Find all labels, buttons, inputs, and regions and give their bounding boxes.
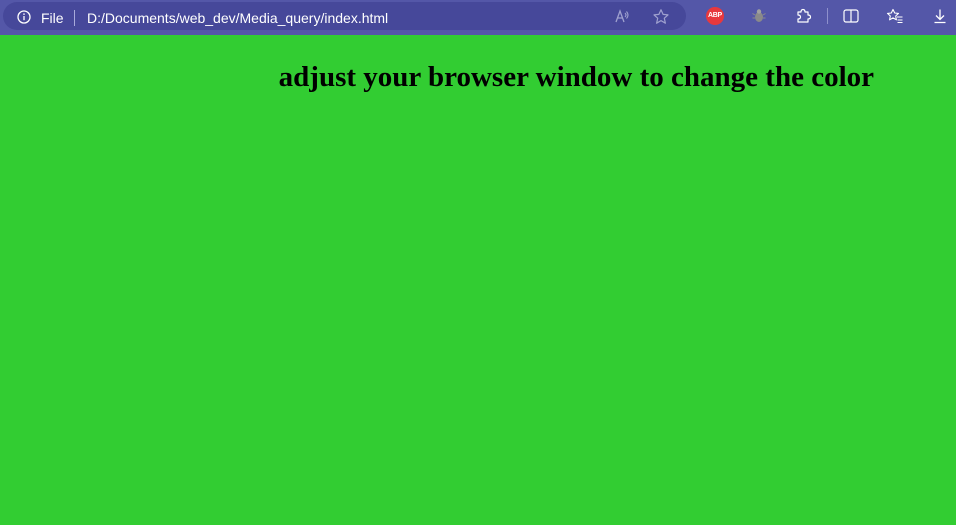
read-aloud-icon[interactable]	[613, 8, 631, 26]
adblock-plus-icon[interactable]: ABP	[706, 7, 724, 25]
toolbar-separator	[827, 8, 828, 24]
url-text[interactable]: D:/Documents/web_dev/Media_query/index.h…	[87, 10, 388, 26]
bug-extension-icon[interactable]	[750, 7, 768, 25]
page-content: adjust your browser window to change the…	[0, 35, 956, 525]
favorites-icon[interactable]	[886, 7, 904, 25]
browser-toolbar: File D:/Documents/web_dev/Media_query/in…	[0, 0, 956, 35]
page-heading: adjust your browser window to change the…	[278, 61, 874, 93]
address-bar[interactable]: File D:/Documents/web_dev/Media_query/in…	[3, 2, 686, 30]
address-separator	[74, 10, 75, 26]
downloads-icon[interactable]	[931, 7, 949, 25]
favorite-star-icon[interactable]	[652, 8, 670, 26]
split-screen-icon[interactable]	[842, 7, 860, 25]
url-scheme-label: File	[41, 10, 64, 26]
info-icon[interactable]	[17, 10, 31, 24]
extensions-icon[interactable]	[794, 7, 812, 25]
